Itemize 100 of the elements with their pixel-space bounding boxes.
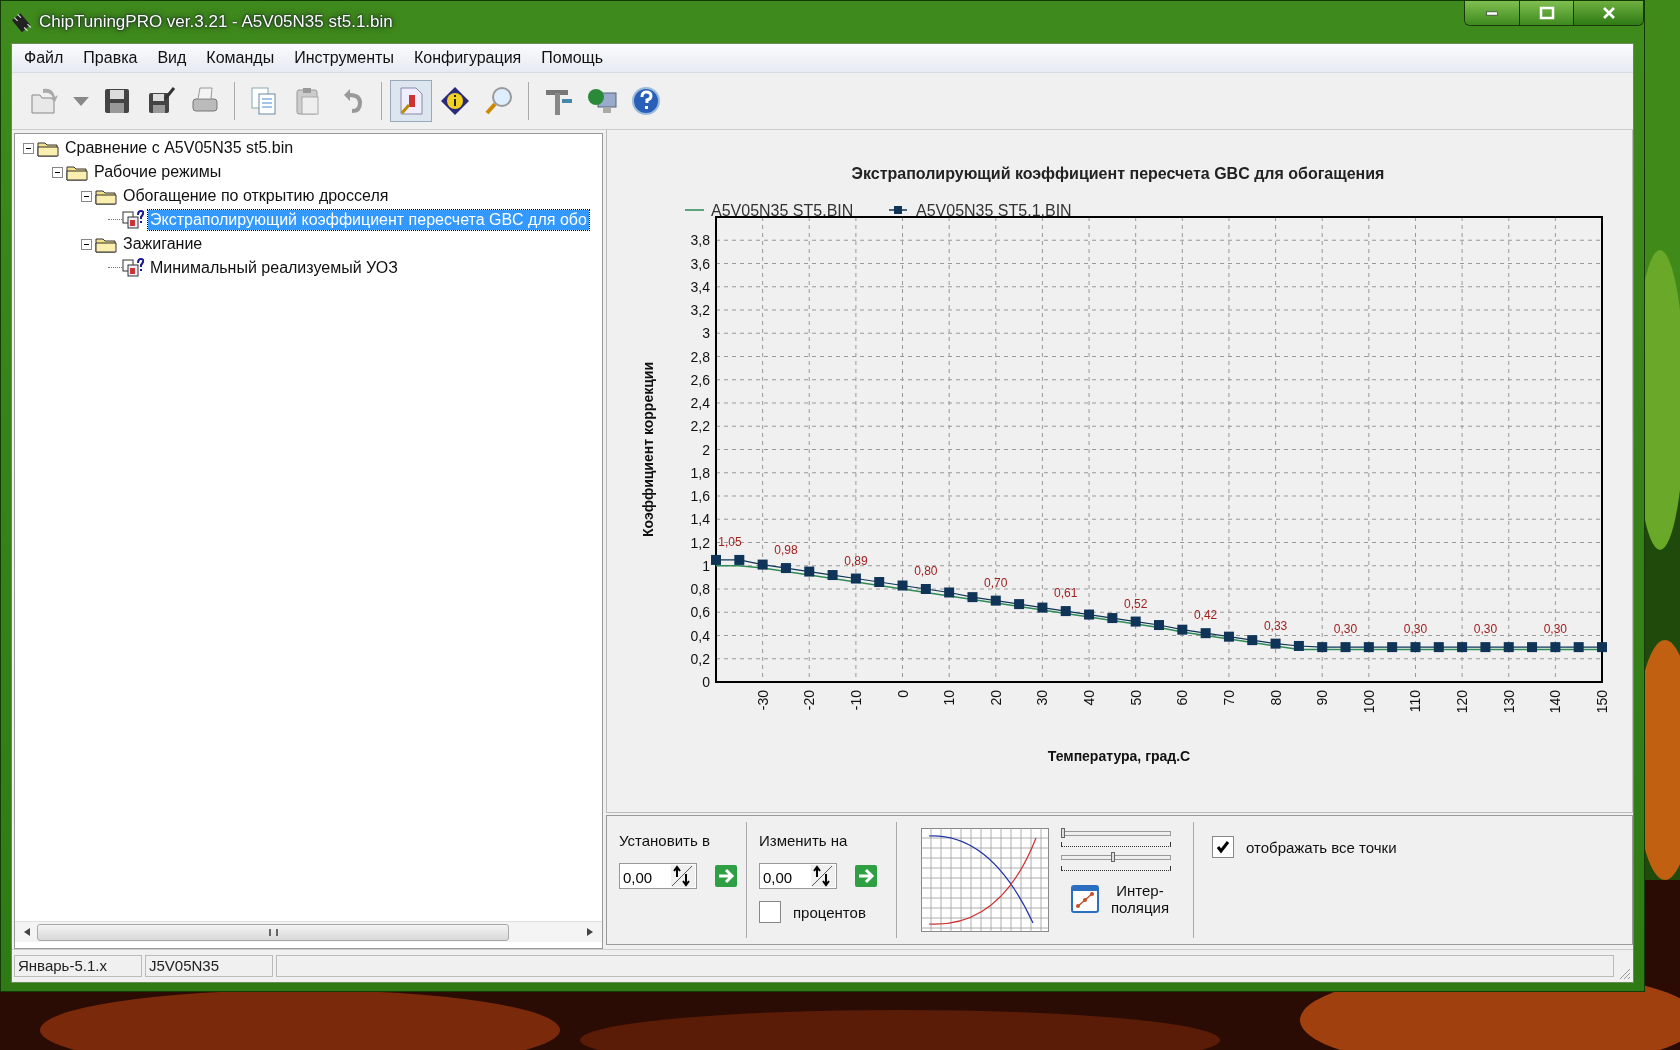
data-point[interactable] [1270,638,1281,649]
menu-item[interactable]: Конфигурация [403,46,532,70]
up-down-arrows-icon [671,865,693,887]
data-point[interactable] [1433,642,1444,653]
data-point[interactable] [1410,642,1421,653]
data-point[interactable] [1317,642,1328,653]
chart-title: Экстраполирующий коэффициент пересчета GBC для обогащения [851,165,1385,182]
collapse-toggle[interactable] [81,238,92,250]
x-axis-title: Температура, град.С [1047,748,1191,764]
right-arrow-icon[interactable] [586,927,594,937]
menu-item[interactable]: Вид [147,46,197,70]
data-point[interactable] [1154,620,1164,631]
x-tick-label: 100 [1360,690,1377,714]
horizontal-scrollbar[interactable] [15,921,602,942]
data-label: 0,42 [1193,608,1218,623]
data-point[interactable] [734,554,745,565]
legend-label: A5V05N35 ST5.BIN [711,202,854,219]
data-point[interactable] [757,559,768,570]
data-label: 0,33 [1263,618,1288,633]
close-button[interactable] [1573,1,1643,25]
slider[interactable] [1061,828,1171,848]
data-point[interactable] [1037,602,1048,613]
arrow-right-icon [855,865,877,887]
data-point[interactable] [1597,642,1607,653]
data-point[interactable] [1014,599,1025,610]
menu-item[interactable]: Команды [196,46,285,70]
checkbox[interactable] [1212,836,1234,858]
data-point[interactable] [1387,642,1398,653]
tree-item[interactable]: Обогащение по открытию дросселя [121,186,391,206]
maximize-button[interactable] [1519,1,1573,25]
data-point[interactable] [711,554,721,565]
collapse-toggle[interactable] [23,142,34,154]
data-point[interactable] [1293,640,1304,651]
help-icon [630,85,662,117]
menu-item[interactable]: Помощь [531,46,614,70]
data-point[interactable] [1527,642,1538,653]
data-point[interactable] [1457,642,1468,653]
data-point[interactable] [780,563,791,574]
arrow-right-icon [715,865,737,887]
data-point[interactable] [1363,642,1374,653]
tree-item[interactable]: Зажигание [121,234,205,254]
slider-thumb[interactable] [1110,852,1115,862]
collapse-toggle[interactable] [81,190,92,202]
slider[interactable] [1061,852,1171,872]
data-point[interactable] [1340,642,1351,653]
data-point[interactable] [1200,628,1211,639]
x-tick-label: 90 [1314,690,1331,706]
data-point[interactable] [944,587,955,598]
data-point[interactable] [897,580,908,591]
data-label: 0,80 [914,564,938,578]
data-point[interactable] [804,566,815,577]
data-point[interactable] [920,584,931,594]
status-text: Январь-5.1.x [14,955,142,977]
y-tick-label: 2,8 [690,348,710,365]
data-point[interactable] [1503,642,1514,653]
data-point[interactable] [1130,616,1141,627]
data-point[interactable] [1107,613,1118,624]
data-point[interactable] [1177,624,1188,635]
data-point[interactable] [967,592,978,603]
apply-button[interactable] [855,865,877,887]
y-tick-label: 0,8 [690,581,710,597]
search-icon [483,85,515,117]
data-point[interactable] [850,573,861,584]
menu-item[interactable]: Инструменты [284,46,404,70]
menu-item[interactable]: Правка [73,46,148,70]
data-point[interactable] [1223,631,1234,642]
data-label: 0,52 [1124,596,1148,611]
data-point[interactable] [1084,609,1095,620]
y-tick-label: 0,2 [690,650,710,667]
tree-item[interactable]: Минимальный реализуемый УОЗ [148,258,400,278]
x-tick-label: 120 [1454,690,1471,714]
data-point[interactable] [874,577,885,588]
report-button[interactable] [390,80,432,122]
checkbox-label: процентов [793,903,866,921]
data-point[interactable] [1550,642,1561,653]
data-point[interactable] [990,595,1001,606]
spin-button[interactable] [811,865,835,887]
y-tick-label: 1,4 [690,511,710,528]
data-point[interactable] [1480,642,1491,653]
legend-label: A5V05N35 ST5.1.BIN [916,202,1072,219]
data-point[interactable] [1060,606,1071,617]
interpolation-button[interactable]: Интер-поляция [1061,882,1173,916]
apply-button[interactable] [715,865,737,887]
collapse-toggle[interactable] [52,166,63,178]
minimize-button[interactable] [1465,1,1519,25]
y-tick-label: 1,8 [690,464,710,481]
menu-item[interactable]: Файл [14,46,74,70]
caret-icon [73,96,89,106]
slider-thumb[interactable] [1061,828,1065,838]
folder-icon [66,163,88,181]
checkbox[interactable] [759,901,781,923]
data-point[interactable] [1247,635,1258,646]
data-point[interactable] [1573,642,1584,653]
tree-item[interactable]: Сравнение с A5V05N35 st5.bin [63,138,296,158]
data-point[interactable] [827,570,838,581]
tree-item[interactable]: Рабочие режимы [92,162,224,182]
left-arrow-icon[interactable] [23,927,31,937]
legend-marker-icon [888,206,908,214]
spin-button[interactable] [671,865,695,887]
x-tick-label: 70 [1220,690,1237,706]
